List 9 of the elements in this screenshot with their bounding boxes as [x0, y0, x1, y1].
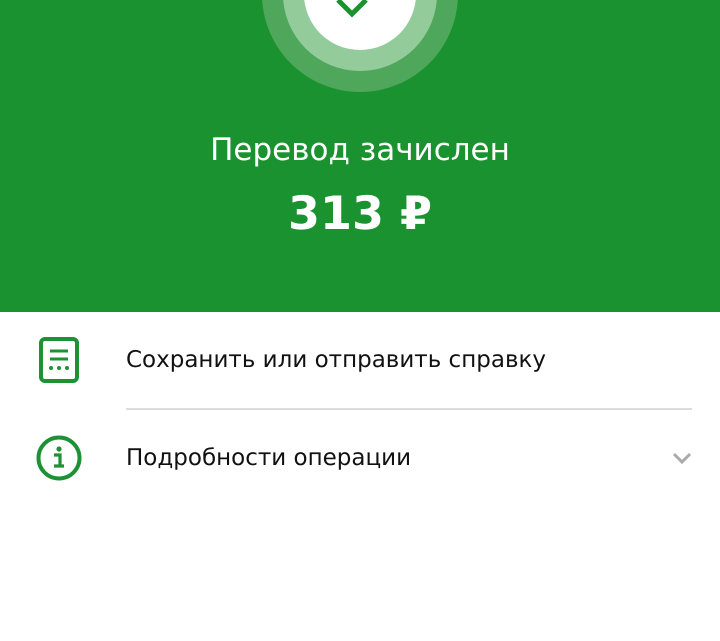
info-icon: [36, 435, 82, 481]
receipt-row[interactable]: Сохранить или отправить справку: [0, 312, 720, 408]
document-icon: [36, 336, 82, 384]
row-label: Сохранить или отправить справку: [126, 347, 547, 373]
chevron-icon: [672, 452, 692, 464]
row-label: Подробности операции: [126, 445, 412, 471]
status-title: Перевод зачислен: [210, 132, 510, 168]
amount: 313 ₽: [288, 186, 432, 240]
details-row[interactable]: Подробности операции: [0, 410, 720, 506]
